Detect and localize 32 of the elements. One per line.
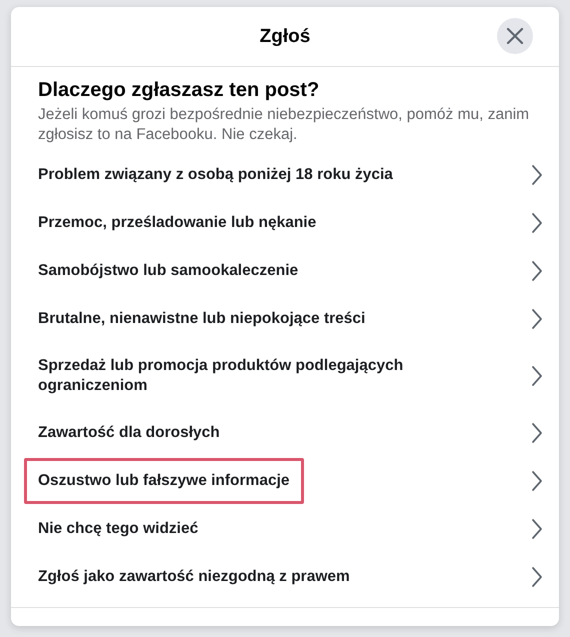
report-option[interactable]: Zgłoś jako zawartość niezgodną z prawem [27, 553, 551, 601]
report-option[interactable]: Samobójstwo lub samookaleczenie [27, 247, 551, 295]
option-label: Nie chcę tego widzieć [37, 519, 200, 539]
option-label: Przemoc, prześladowanie lub nękanie [37, 213, 318, 233]
close-icon [505, 26, 525, 46]
report-option[interactable]: Problem związany z osobą poniżej 18 roku życia [27, 151, 551, 199]
dialog-title: Zgłoś [260, 26, 310, 48]
report-option[interactable]: Nie chcę tego widzieć [27, 505, 551, 553]
option-label: Oszustwo lub fałszywe informacje [24, 458, 304, 504]
report-option[interactable]: Oszustwo lub fałszywe informacje [27, 457, 551, 505]
option-label: Sprzedaż lub promocja produktów podlegających ograniczeniom [37, 356, 404, 396]
chevron-icon [531, 308, 543, 330]
report-option[interactable]: Sprzedaż lub promocja produktów podlegających ograniczeniom [27, 343, 551, 409]
option-label: Brutalne, nienawistne lub niepokojące treści [37, 309, 366, 329]
question-heading: Dlaczego zgłaszasz ten post? [38, 79, 320, 102]
chevron-icon [531, 365, 543, 387]
report-option[interactable]: Brutalne, nienawistne lub niepokojące treści [27, 295, 551, 343]
chevron-icon [531, 422, 543, 444]
chevron-icon [531, 212, 543, 234]
option-label: Samobójstwo lub samookaleczenie [37, 261, 300, 281]
report-option[interactable]: Zawartość dla dorosłych [27, 409, 551, 457]
chevron-icon [531, 518, 543, 540]
chevron-icon [531, 260, 543, 282]
description-text: Jeżeli komuś grozi bezpośrednie niebezpieczeństwo, pomóż mu, zanim zgłosisz to na Facebooku. Nie czekaj. [38, 105, 530, 145]
option-label: Problem związany z osobą poniżej 18 roku życia [37, 165, 394, 185]
chevron-icon [531, 566, 543, 588]
option-label: Zgłoś jako zawartość niezgodną z prawem [37, 567, 351, 587]
option-label: Zawartość dla dorosłych [37, 423, 221, 443]
report-option[interactable]: Przemoc, prześladowanie lub nękanie [27, 199, 551, 247]
chevron-icon [531, 164, 543, 186]
chevron-icon [531, 470, 543, 492]
close-button[interactable] [497, 18, 533, 54]
